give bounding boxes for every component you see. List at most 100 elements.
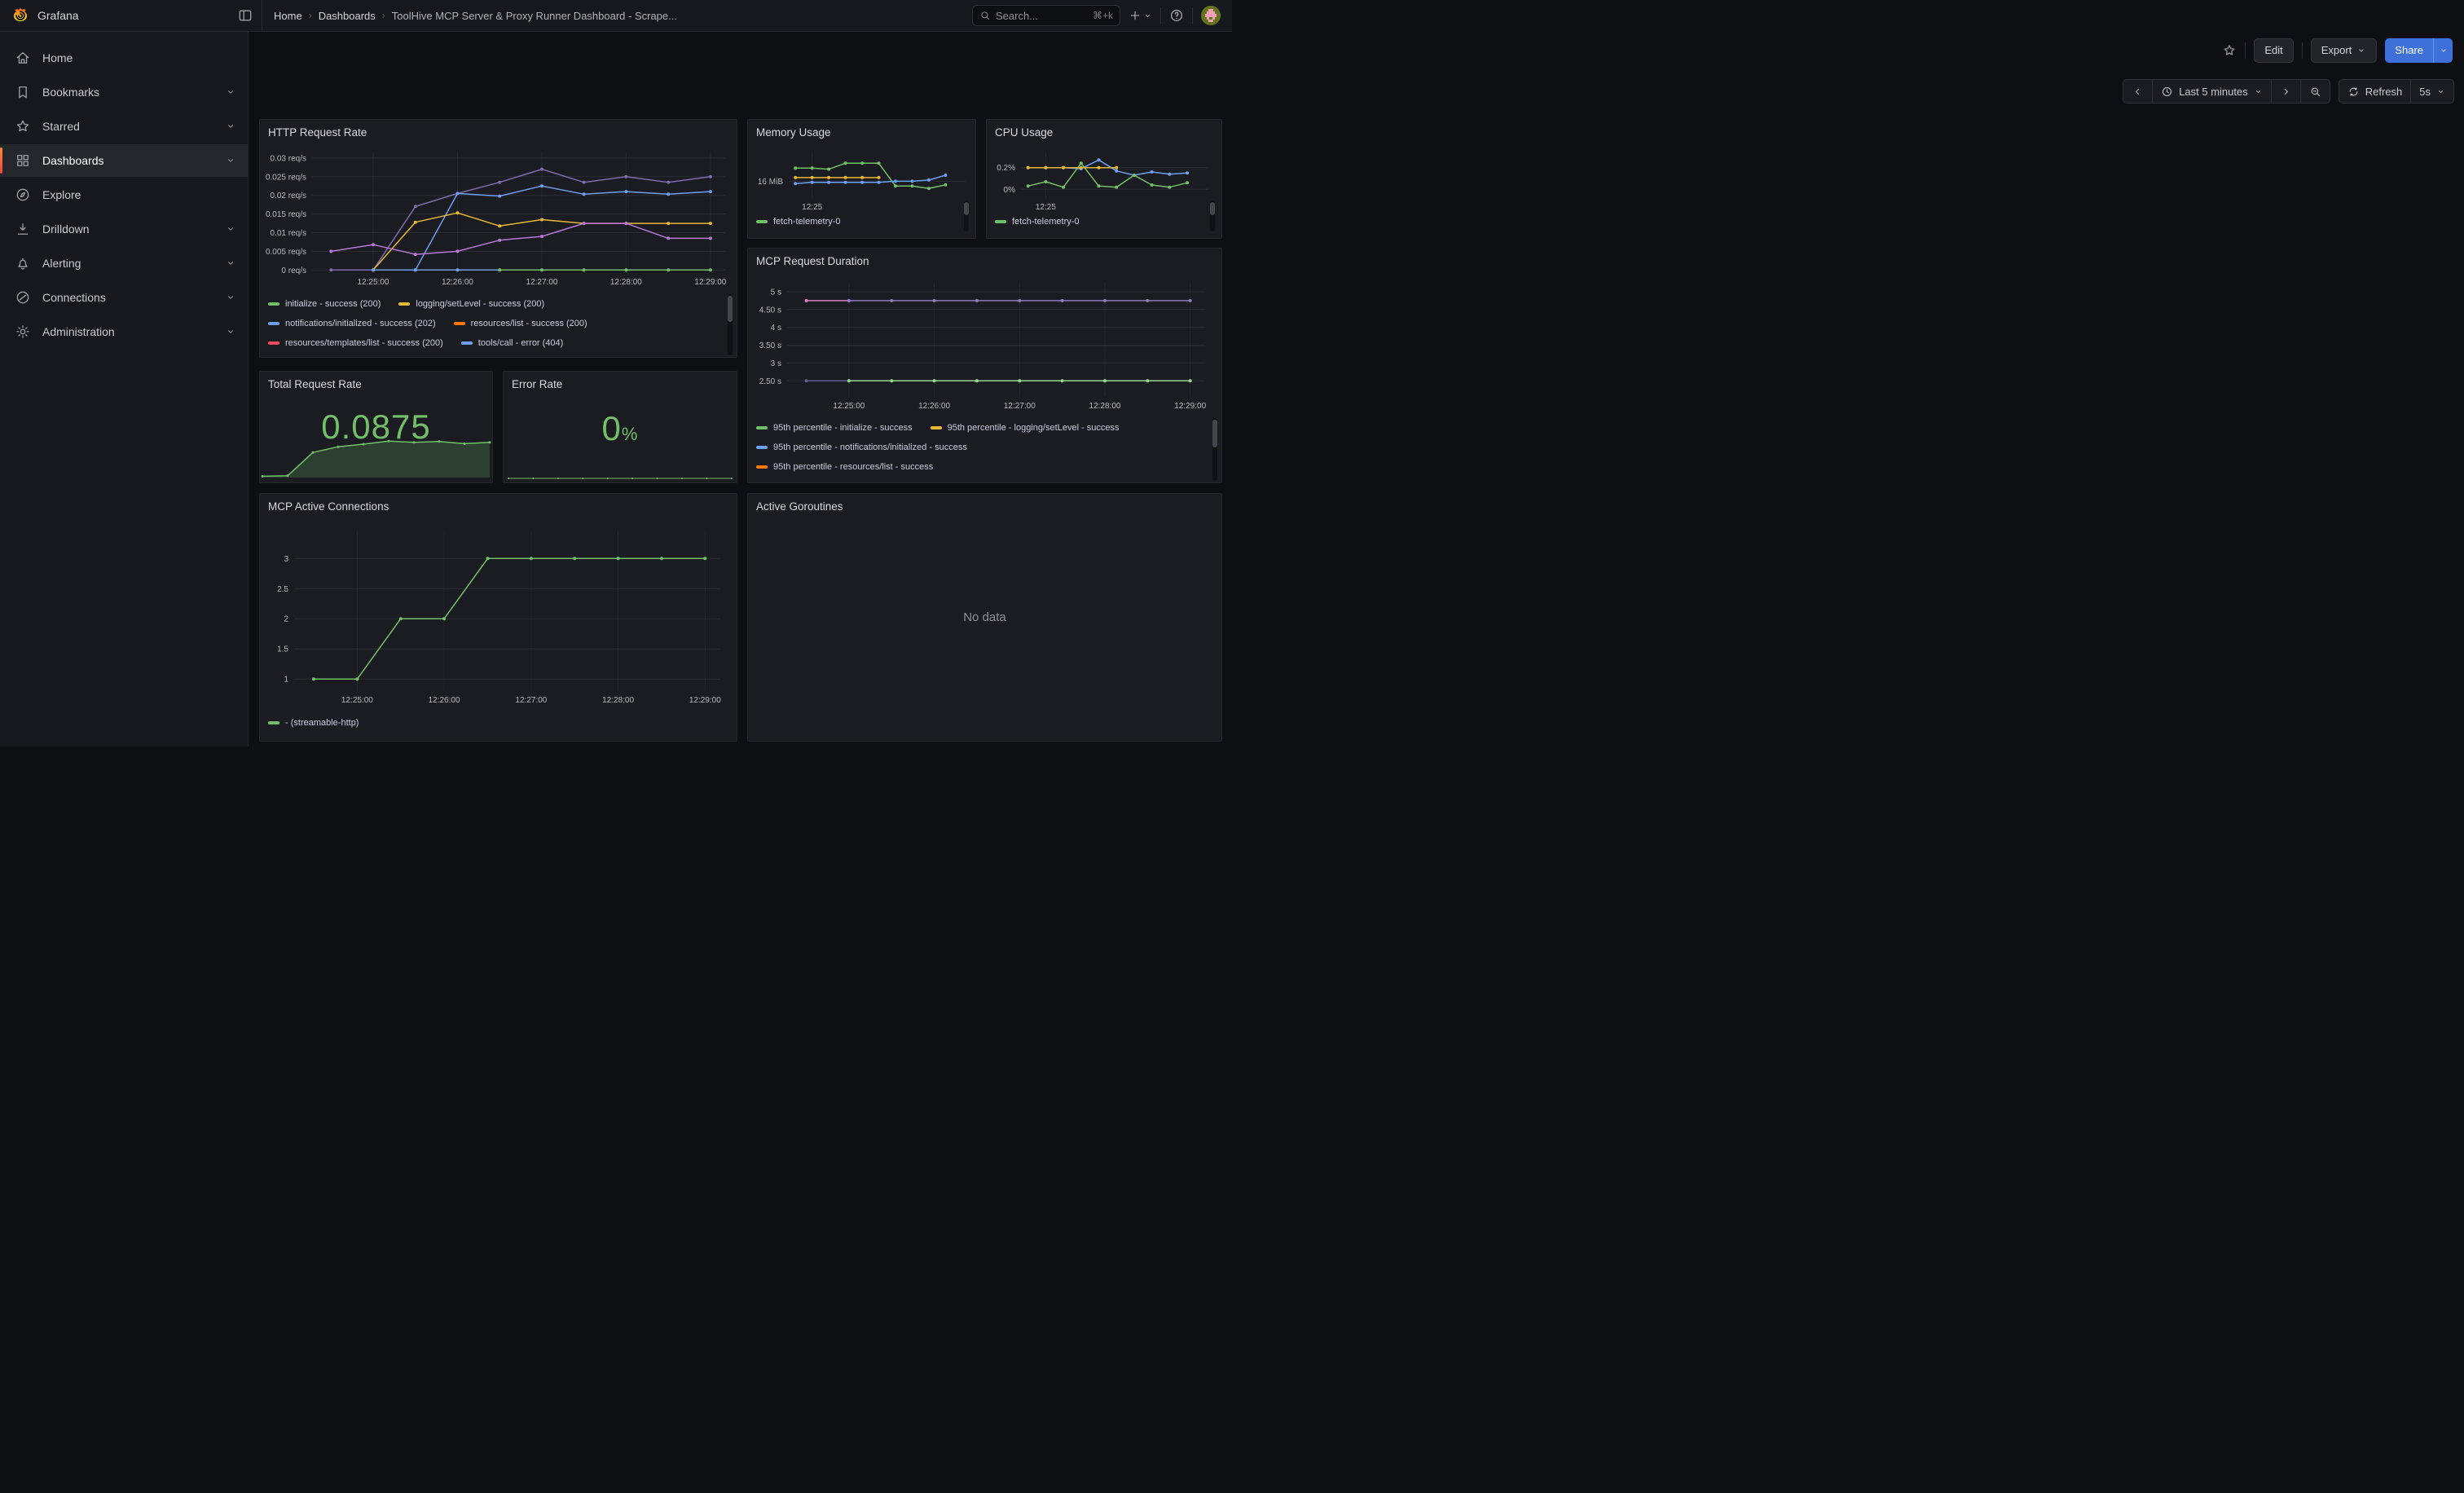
- panel-title[interactable]: MCP Active Connections: [260, 494, 737, 513]
- mcp-request-duration-legend: 95th percentile - initialize - success 95…: [756, 418, 1203, 482]
- legend-item[interactable]: fetch-telemetry-0: [995, 217, 1080, 227]
- legend-item[interactable]: logging/setLevel - success (200): [398, 299, 544, 309]
- svg-text:12:25: 12:25: [1036, 203, 1056, 212]
- time-range-picker[interactable]: Last 5 minutes: [2153, 79, 2272, 103]
- legend-swatch: [454, 322, 465, 325]
- edit-button[interactable]: Edit: [2254, 38, 2293, 63]
- refresh-interval-picker[interactable]: 5s: [2411, 79, 2454, 103]
- favorite-star-icon[interactable]: [2222, 43, 2237, 58]
- svg-text:2.50 s: 2.50 s: [759, 377, 781, 386]
- sidebar-item-dashboards[interactable]: Dashboards: [0, 144, 248, 177]
- share-button[interactable]: Share: [2385, 38, 2453, 63]
- sidebar-item-starred[interactable]: Starred: [0, 110, 248, 143]
- panel-title[interactable]: MCP Request Duration: [748, 249, 1221, 267]
- legend-label: 95th percentile - notifications/initiali…: [773, 443, 967, 452]
- legend-row: 95th percentile - initialize - success 95…: [756, 418, 1203, 438]
- legend-label: tools/call - error (404): [478, 338, 564, 348]
- svg-text:16 MiB: 16 MiB: [758, 178, 783, 187]
- svg-text:12:25:00: 12:25:00: [833, 402, 865, 411]
- legend-scrollbar[interactable]: [728, 294, 733, 355]
- divider: [1192, 7, 1193, 24]
- legend-row: - (streamable-http): [268, 713, 717, 733]
- legend-swatch: [461, 341, 473, 345]
- search-input[interactable]: Search... ⌘+k: [972, 5, 1120, 26]
- legend-swatch: [995, 220, 1006, 223]
- legend-row: notifications/initialized - success (202…: [268, 314, 720, 333]
- sidebar-item-administration[interactable]: Administration: [0, 315, 248, 348]
- panel-title[interactable]: Error Rate: [504, 372, 737, 390]
- legend-item[interactable]: 95th percentile - initialize - success: [756, 423, 913, 433]
- divider: [1160, 7, 1161, 24]
- edit-label: Edit: [2264, 44, 2282, 56]
- dashboard-toolbar: Edit Export Share: [249, 32, 2464, 68]
- legend-scrollbar[interactable]: [1212, 418, 1217, 481]
- http-request-rate-chart: 0.03 req/s0.025 req/s0.02 req/s0.015 req…: [265, 146, 730, 291]
- sidebar-item-home[interactable]: Home: [0, 42, 248, 74]
- legend-item[interactable]: notifications/initialized - success (202…: [268, 319, 436, 328]
- svg-text:0%: 0%: [1004, 186, 1016, 195]
- breadcrumb-item[interactable]: Dashboards: [319, 10, 376, 22]
- time-controls: Last 5 minutes Refresh 5s: [2123, 79, 2454, 103]
- help-icon: [1169, 8, 1184, 23]
- sidebar-item-label: Dashboards: [42, 154, 104, 167]
- sidebar-item-explore[interactable]: Explore: [0, 178, 248, 211]
- panel-title[interactable]: Total Request Rate: [260, 372, 492, 390]
- search-icon: [979, 10, 991, 21]
- chevron-left-icon: [2132, 86, 2144, 98]
- sidebar-item-alerting[interactable]: Alerting: [0, 247, 248, 280]
- share-dropdown-button[interactable]: [2433, 38, 2453, 63]
- total-request-rate-sparkline: [261, 396, 491, 481]
- legend-item[interactable]: tools/call - error (404): [461, 338, 564, 348]
- user-avatar[interactable]: [1201, 6, 1221, 25]
- sidebar-item-connections[interactable]: Connections: [0, 281, 248, 314]
- legend-item[interactable]: initialize - success (200): [268, 299, 381, 309]
- panel-error-rate: Error Rate 0%: [503, 371, 737, 483]
- svg-text:12:25:00: 12:25:00: [341, 696, 373, 705]
- breadcrumb-item[interactable]: Home: [274, 10, 302, 22]
- chevron-down-icon: [225, 258, 236, 269]
- refresh-button[interactable]: Refresh: [2339, 79, 2412, 103]
- legend-swatch: [268, 341, 279, 345]
- legend-label: 95th percentile - logging/setLevel - suc…: [948, 423, 1120, 433]
- legend-item[interactable]: 95th percentile - resources/list - succe…: [756, 462, 933, 472]
- svg-text:12:25:00: 12:25:00: [358, 278, 389, 287]
- panel-title[interactable]: Memory Usage: [748, 120, 975, 139]
- legend-label: resources/list - success (200): [471, 319, 587, 328]
- legend-scrollbar[interactable]: [1210, 200, 1215, 231]
- add-button[interactable]: [1129, 9, 1152, 22]
- panel-title[interactable]: CPU Usage: [987, 120, 1221, 139]
- panel-mcp-request-duration: MCP Request Duration 5 s4.50 s4 s3.50 s3…: [747, 248, 1222, 483]
- sidebar-item-drilldown[interactable]: Drilldown: [0, 213, 248, 245]
- mega-menu-toggle-icon[interactable]: [237, 7, 253, 24]
- legend-item[interactable]: fetch-telemetry-0: [756, 217, 841, 227]
- grafana-logo-icon: [11, 7, 29, 24]
- legend-item[interactable]: 95th percentile - logging/setLevel - suc…: [931, 423, 1120, 433]
- svg-text:12:28:00: 12:28:00: [1089, 402, 1121, 411]
- help-button[interactable]: [1169, 8, 1184, 23]
- chevron-down-icon: [2356, 46, 2366, 55]
- export-button[interactable]: Export: [2311, 38, 2378, 63]
- legend-scrollbar[interactable]: [964, 200, 969, 231]
- svg-text:12:28:00: 12:28:00: [602, 696, 634, 705]
- legend-item[interactable]: 95th percentile - notifications/initiali…: [756, 443, 967, 452]
- chevron-down-icon: [1143, 11, 1152, 20]
- mcp-request-duration-chart: 5 s4.50 s4 s3.50 s3 s2.50 s12:25:0012:26…: [753, 275, 1213, 415]
- panel-cpu-usage: CPU Usage 0.2%0%12:25 fetch-telemetry-0: [986, 119, 1222, 239]
- zoom-out-button[interactable]: [2301, 79, 2330, 103]
- legend-swatch: [931, 426, 942, 429]
- sidebar-item-bookmarks[interactable]: Bookmarks: [0, 76, 248, 108]
- breadcrumb-separator: ›: [382, 10, 385, 21]
- legend-item[interactable]: resources/templates/list - success (200): [268, 338, 443, 348]
- mcp-active-connections-chart: 32.521.5112:25:0012:26:0012:27:0012:28:0…: [265, 522, 727, 711]
- panel-total-request-rate: Total Request Rate 0.0875: [259, 371, 493, 483]
- legend-item[interactable]: resources/list - success (200): [454, 319, 587, 328]
- star-icon: [15, 118, 31, 134]
- chevron-down-icon: [2436, 87, 2445, 96]
- legend-item[interactable]: - (streamable-http): [268, 718, 359, 728]
- legend-row: 95th percentile - resources/templates/li…: [756, 477, 1203, 482]
- sidebar-item-label: Bookmarks: [42, 86, 99, 99]
- time-shift-forward-button[interactable]: [2272, 79, 2301, 103]
- panel-title[interactable]: HTTP Request Rate: [260, 120, 737, 139]
- time-shift-back-button[interactable]: [2123, 79, 2153, 103]
- chevron-down-icon: [225, 121, 236, 132]
